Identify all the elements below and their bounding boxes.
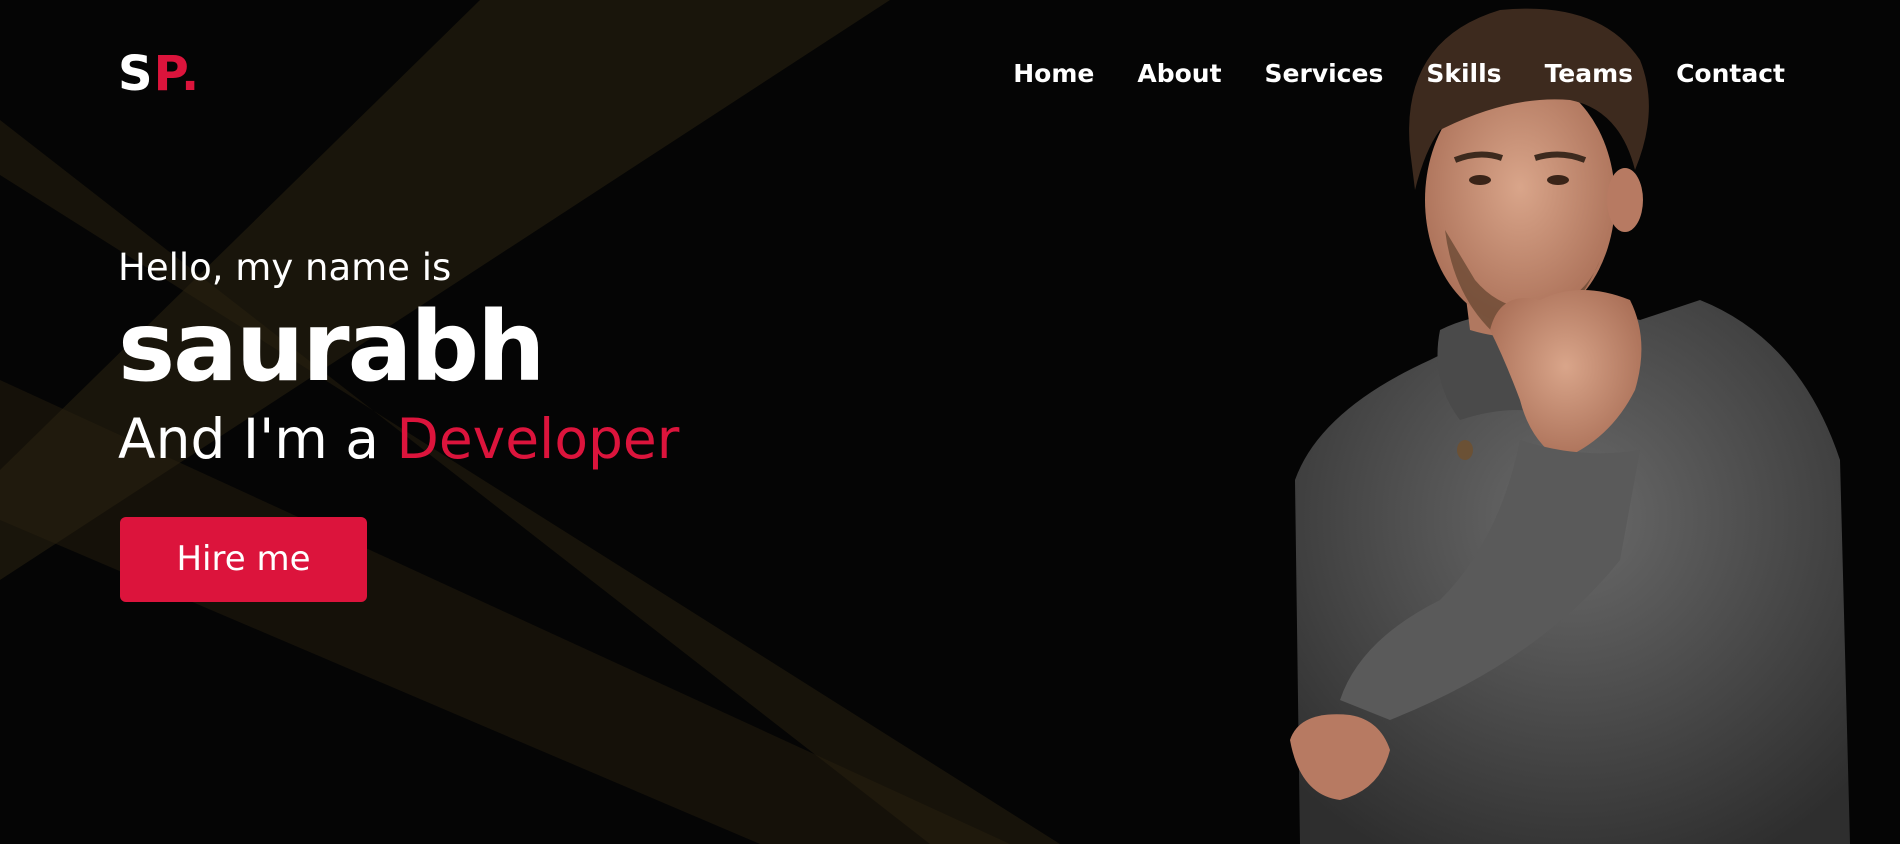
logo[interactable]: SP. [118, 44, 200, 104]
logo-letter-p: P. [153, 46, 201, 102]
nav-link-about[interactable]: About [1137, 56, 1221, 92]
nav-link-teams[interactable]: Teams [1545, 56, 1634, 92]
nav-menu: Home About Services Skills Teams Contact [1013, 56, 1785, 92]
nav-link-skills[interactable]: Skills [1426, 56, 1501, 92]
nav-link-contact[interactable]: Contact [1676, 56, 1785, 92]
greeting-text: Hello, my name is [118, 246, 452, 289]
hero-section: SP. Home About Services Skills Teams Con… [0, 0, 1900, 844]
logo-letter-s: S [118, 46, 154, 102]
nav-item-services: Services [1265, 56, 1384, 92]
name-heading: saurabh [118, 291, 545, 403]
hire-me-button[interactable]: Hire me [120, 517, 367, 602]
role-line: And I'm a Developer [118, 402, 679, 476]
role-highlight: Developer [396, 407, 680, 471]
nav-item-teams: Teams [1545, 56, 1634, 92]
role-prefix: And I'm a [118, 407, 379, 471]
nav-link-services[interactable]: Services [1265, 56, 1384, 92]
hero-content: Hello, my name is saurabh And I'm a Deve… [118, 240, 679, 476]
navbar: SP. Home About Services Skills Teams Con… [0, 0, 1900, 150]
nav-item-skills: Skills [1426, 56, 1501, 92]
nav-link-home[interactable]: Home [1013, 56, 1094, 92]
nav-item-contact: Contact [1676, 56, 1785, 92]
nav-item-home: Home [1013, 56, 1094, 92]
nav-item-about: About [1137, 56, 1221, 92]
